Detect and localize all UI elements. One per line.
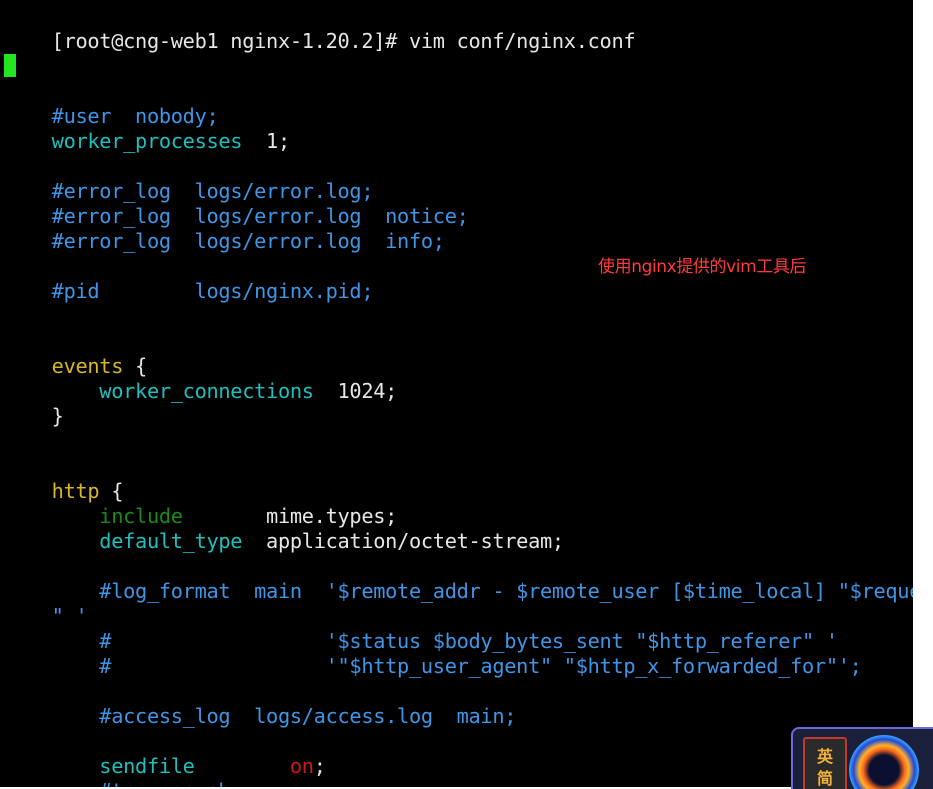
config-line-http: http { bbox=[4, 454, 124, 503]
config-line-error-log-2: #error_log logs/error.log notice; bbox=[4, 179, 469, 228]
config-comment: #tcp_nopush on; bbox=[52, 779, 326, 787]
config-line-events: events { bbox=[4, 329, 148, 378]
config-comment: #pid logs/nginx.pid; bbox=[51, 279, 374, 303]
editor-cursor bbox=[4, 54, 16, 77]
config-directive: worker_processes bbox=[51, 129, 243, 153]
config-line-log-format-4: # '"$http_user_agent" "$http_x_forwarded… bbox=[4, 629, 862, 678]
config-line-close-brace: } bbox=[4, 379, 64, 428]
config-directive: worker_connections bbox=[51, 379, 314, 403]
ime-logo-icon bbox=[849, 735, 919, 789]
config-line-error-log-3: #error_log logs/error.log info; bbox=[4, 204, 445, 253]
ime-simplified-char: 简 bbox=[816, 769, 833, 788]
config-comment: #log_format main '$remote_addr - $remote… bbox=[51, 579, 913, 603]
ime-english-char: 英 bbox=[816, 747, 833, 766]
config-value: application/octet-stream; bbox=[242, 529, 564, 553]
config-line-log-format-2: " ' bbox=[4, 579, 88, 628]
config-comment: #access_log logs/access.log main; bbox=[51, 704, 517, 728]
config-line-user: #user nobody; bbox=[4, 79, 219, 128]
config-comment: #error_log bbox=[51, 229, 171, 253]
shell-command-text: [root@cng-web1 nginx-1.20.2]# vim conf/n… bbox=[51, 29, 636, 53]
config-value: 1024; bbox=[313, 379, 398, 403]
config-line-pid: #pid logs/nginx.pid; bbox=[4, 254, 374, 303]
config-line-worker-connections: worker_connections 1024; bbox=[4, 354, 397, 403]
config-line-sendfile: sendfile on; bbox=[4, 729, 326, 778]
config-line-error-log-1: #error_log logs/error.log; bbox=[4, 154, 374, 203]
config-line-tcp-nopush: #tcp_nopush on; bbox=[4, 754, 326, 787]
config-line-worker-processes: worker_processes 1; bbox=[4, 104, 291, 153]
config-comment: logs/error.log info; bbox=[170, 229, 445, 253]
config-line-include: include mime.types; bbox=[4, 479, 397, 528]
config-line-default-type: default_type application/octet-stream; bbox=[4, 504, 564, 553]
config-line-log-format-3: # '$status $body_bytes_sent "$http_refer… bbox=[4, 604, 838, 653]
shell-prompt-line: [root@cng-web1 nginx-1.20.2]# vim conf/n… bbox=[4, 4, 636, 53]
config-brace: } bbox=[51, 404, 64, 428]
ime-mode-button[interactable]: 英 简 bbox=[803, 737, 847, 789]
config-line-log-format-1: #log_format main '$remote_addr - $remote… bbox=[4, 554, 913, 603]
config-line-access-log: #access_log logs/access.log main; bbox=[4, 679, 516, 728]
scrollbar[interactable] bbox=[913, 0, 933, 787]
ime-toolbar[interactable]: 英 简 bbox=[791, 727, 933, 789]
config-directive: default_type bbox=[51, 529, 243, 553]
annotation-text: 使用nginx提供的vim工具后 bbox=[598, 257, 807, 277]
terminal-window[interactable]: [root@cng-web1 nginx-1.20.2]# vim conf/n… bbox=[0, 0, 913, 787]
config-comment: # '"$http_user_agent" "$http_x_forwarded… bbox=[51, 654, 862, 678]
config-value: 1; bbox=[242, 129, 290, 153]
